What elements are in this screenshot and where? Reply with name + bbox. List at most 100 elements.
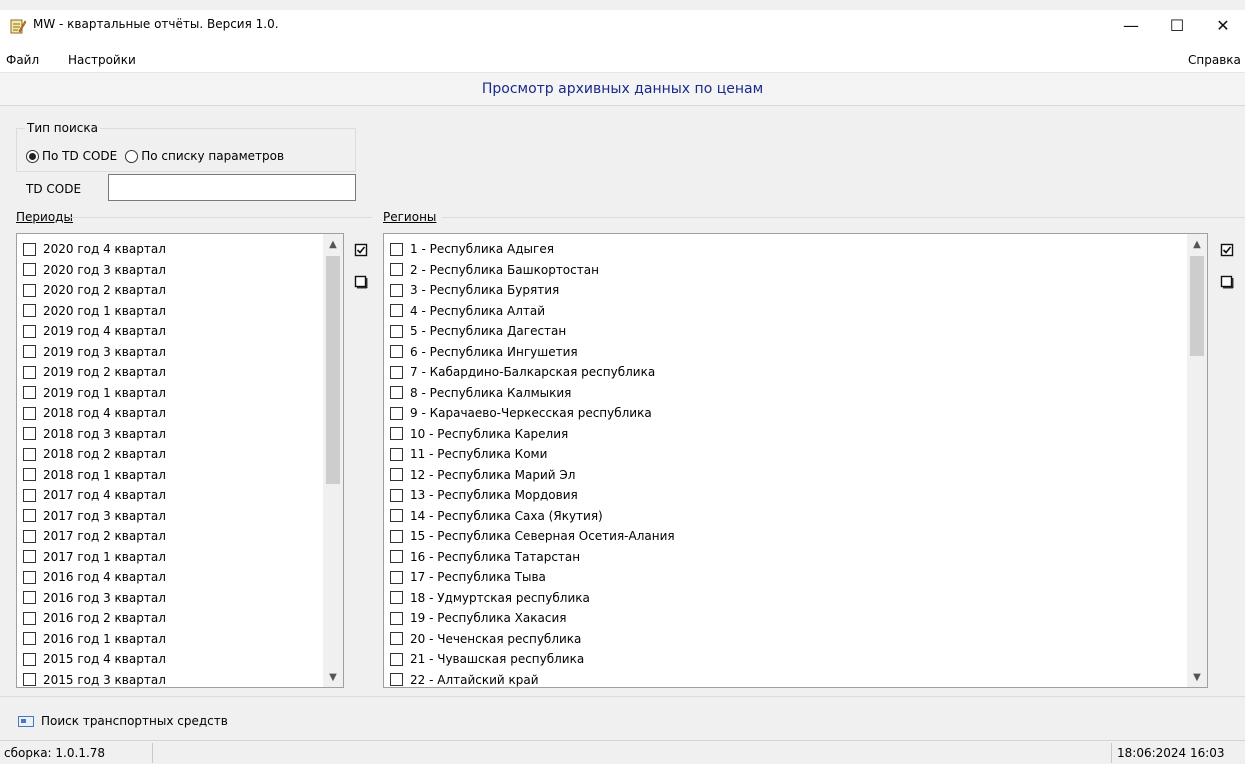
checkbox[interactable] bbox=[23, 365, 36, 379]
period-item[interactable]: 2019 год 4 квартал bbox=[23, 321, 321, 342]
periods-scroll-thumb[interactable] bbox=[326, 256, 340, 484]
period-item[interactable]: 2017 год 3 квартал bbox=[23, 506, 321, 527]
regions-list[interactable]: 1 - Республика Адыгея 2 - Республика Башк… bbox=[383, 233, 1208, 688]
vehicle-search-button[interactable]: Поиск транспортных средств bbox=[18, 714, 228, 728]
period-item[interactable]: 2018 год 3 квартал bbox=[23, 424, 321, 445]
checkbox[interactable] bbox=[23, 406, 36, 420]
regions-uncheck-all-button[interactable] bbox=[1219, 274, 1235, 290]
region-item[interactable]: 22 - Алтайский край bbox=[390, 670, 1185, 688]
checkbox[interactable] bbox=[23, 550, 36, 564]
period-item[interactable]: 2020 год 4 квартал bbox=[23, 239, 321, 260]
region-item[interactable]: 17 - Республика Тыва bbox=[390, 567, 1185, 588]
radio-td-code-label[interactable]: По TD CODE bbox=[42, 149, 117, 163]
periods-scrollbar[interactable]: ▲ ▼ bbox=[323, 234, 343, 687]
checkbox[interactable] bbox=[390, 447, 403, 461]
region-item[interactable]: 14 - Республика Саха (Якутия) bbox=[390, 506, 1185, 527]
period-item[interactable]: 2017 год 2 квартал bbox=[23, 526, 321, 547]
region-item[interactable]: 8 - Республика Калмыкия bbox=[390, 383, 1185, 404]
regions-scroll-thumb[interactable] bbox=[1190, 256, 1204, 356]
checkbox[interactable] bbox=[23, 304, 36, 318]
checkbox[interactable] bbox=[23, 488, 36, 502]
periods-list[interactable]: 2020 год 4 квартал 2020 год 3 квартал 2020… bbox=[16, 233, 344, 688]
period-item[interactable]: 2018 год 2 квартал bbox=[23, 444, 321, 465]
region-item[interactable]: 16 - Республика Татарстан bbox=[390, 547, 1185, 568]
region-item[interactable]: 6 - Республика Ингушетия bbox=[390, 342, 1185, 363]
radio-params[interactable] bbox=[125, 149, 139, 163]
period-item[interactable]: 2020 год 1 квартал bbox=[23, 301, 321, 322]
regions-scrollbar[interactable]: ▲ ▼ bbox=[1187, 234, 1207, 687]
region-item[interactable]: 2 - Республика Башкортостан bbox=[390, 260, 1185, 281]
region-item[interactable]: 5 - Республика Дагестан bbox=[390, 321, 1185, 342]
checkbox[interactable] bbox=[23, 509, 36, 523]
menu-file[interactable]: Файл bbox=[6, 53, 39, 67]
checkbox[interactable] bbox=[23, 529, 36, 543]
region-item[interactable]: 3 - Республика Бурятия bbox=[390, 280, 1185, 301]
close-button[interactable]: ✕ bbox=[1200, 10, 1245, 40]
period-item[interactable]: 2016 год 4 квартал bbox=[23, 567, 321, 588]
period-item[interactable]: 2019 год 1 квартал bbox=[23, 383, 321, 404]
region-item[interactable]: 4 - Республика Алтай bbox=[390, 301, 1185, 322]
region-item[interactable]: 19 - Республика Хакасия bbox=[390, 608, 1185, 629]
checkbox[interactable] bbox=[390, 488, 403, 502]
period-item[interactable]: 2018 год 1 квартал bbox=[23, 465, 321, 486]
checkbox[interactable] bbox=[390, 550, 403, 564]
checkbox[interactable] bbox=[23, 242, 36, 256]
region-item[interactable]: 9 - Карачаево-Черкесская республика bbox=[390, 403, 1185, 424]
region-item[interactable]: 7 - Кабардино-Балкарская республика bbox=[390, 362, 1185, 383]
period-item[interactable]: 2016 год 3 квартал bbox=[23, 588, 321, 609]
checkbox[interactable] bbox=[390, 304, 403, 318]
regions-scroll-down-icon[interactable]: ▼ bbox=[1187, 667, 1207, 687]
checkbox[interactable] bbox=[23, 263, 36, 277]
checkbox[interactable] bbox=[390, 386, 403, 400]
region-item[interactable]: 13 - Республика Мордовия bbox=[390, 485, 1185, 506]
checkbox[interactable] bbox=[23, 447, 36, 461]
title-bar[interactable]: MW - квартальные отчёты. Версия 1.0. — ☐… bbox=[0, 10, 1245, 40]
region-item[interactable]: 10 - Республика Карелия bbox=[390, 424, 1185, 445]
checkbox[interactable] bbox=[390, 345, 403, 359]
checkbox[interactable] bbox=[390, 632, 403, 646]
menu-help[interactable]: Справка bbox=[1188, 53, 1241, 67]
checkbox[interactable] bbox=[390, 242, 403, 256]
region-item[interactable]: 18 - Удмуртская республика bbox=[390, 588, 1185, 609]
period-item[interactable]: 2016 год 1 квартал bbox=[23, 629, 321, 650]
minimize-button[interactable]: — bbox=[1108, 10, 1154, 40]
td-code-input[interactable] bbox=[108, 174, 356, 201]
regions-check-all-button[interactable] bbox=[1219, 242, 1235, 258]
checkbox[interactable] bbox=[23, 570, 36, 584]
checkbox[interactable] bbox=[390, 468, 403, 482]
periods-uncheck-all-button[interactable] bbox=[353, 274, 369, 290]
radio-td-code[interactable] bbox=[26, 149, 39, 163]
checkbox[interactable] bbox=[23, 283, 36, 297]
region-item[interactable]: 21 - Чувашская республика bbox=[390, 649, 1185, 670]
period-item[interactable]: 2017 год 1 квартал bbox=[23, 547, 321, 568]
checkbox[interactable] bbox=[390, 570, 403, 584]
checkbox[interactable] bbox=[23, 386, 36, 400]
checkbox[interactable] bbox=[390, 652, 403, 666]
checkbox[interactable] bbox=[390, 324, 403, 338]
period-item[interactable]: 2020 год 3 квартал bbox=[23, 260, 321, 281]
region-item[interactable]: 1 - Республика Адыгея bbox=[390, 239, 1185, 260]
period-item[interactable]: 2018 год 4 квартал bbox=[23, 403, 321, 424]
periods-scroll-down-icon[interactable]: ▼ bbox=[323, 667, 343, 687]
checkbox[interactable] bbox=[390, 509, 403, 523]
regions-scroll-up-icon[interactable]: ▲ bbox=[1187, 234, 1207, 254]
checkbox[interactable] bbox=[23, 652, 36, 666]
region-item[interactable]: 12 - Республика Марий Эл bbox=[390, 465, 1185, 486]
checkbox[interactable] bbox=[390, 673, 403, 687]
period-item[interactable]: 2015 год 3 квартал bbox=[23, 670, 321, 688]
checkbox[interactable] bbox=[390, 591, 403, 605]
checkbox[interactable] bbox=[23, 468, 36, 482]
checkbox[interactable] bbox=[23, 345, 36, 359]
checkbox[interactable] bbox=[23, 591, 36, 605]
checkbox[interactable] bbox=[390, 263, 403, 277]
periods-scroll-up-icon[interactable]: ▲ bbox=[323, 234, 343, 254]
periods-check-all-button[interactable] bbox=[353, 242, 369, 258]
radio-params-label[interactable]: По списку параметров bbox=[141, 149, 284, 163]
checkbox[interactable] bbox=[23, 611, 36, 625]
checkbox[interactable] bbox=[390, 406, 403, 420]
maximize-button[interactable]: ☐ bbox=[1154, 10, 1200, 40]
checkbox[interactable] bbox=[23, 324, 36, 338]
checkbox[interactable] bbox=[390, 611, 403, 625]
region-item[interactable]: 20 - Чеченская республика bbox=[390, 629, 1185, 650]
checkbox[interactable] bbox=[390, 283, 403, 297]
